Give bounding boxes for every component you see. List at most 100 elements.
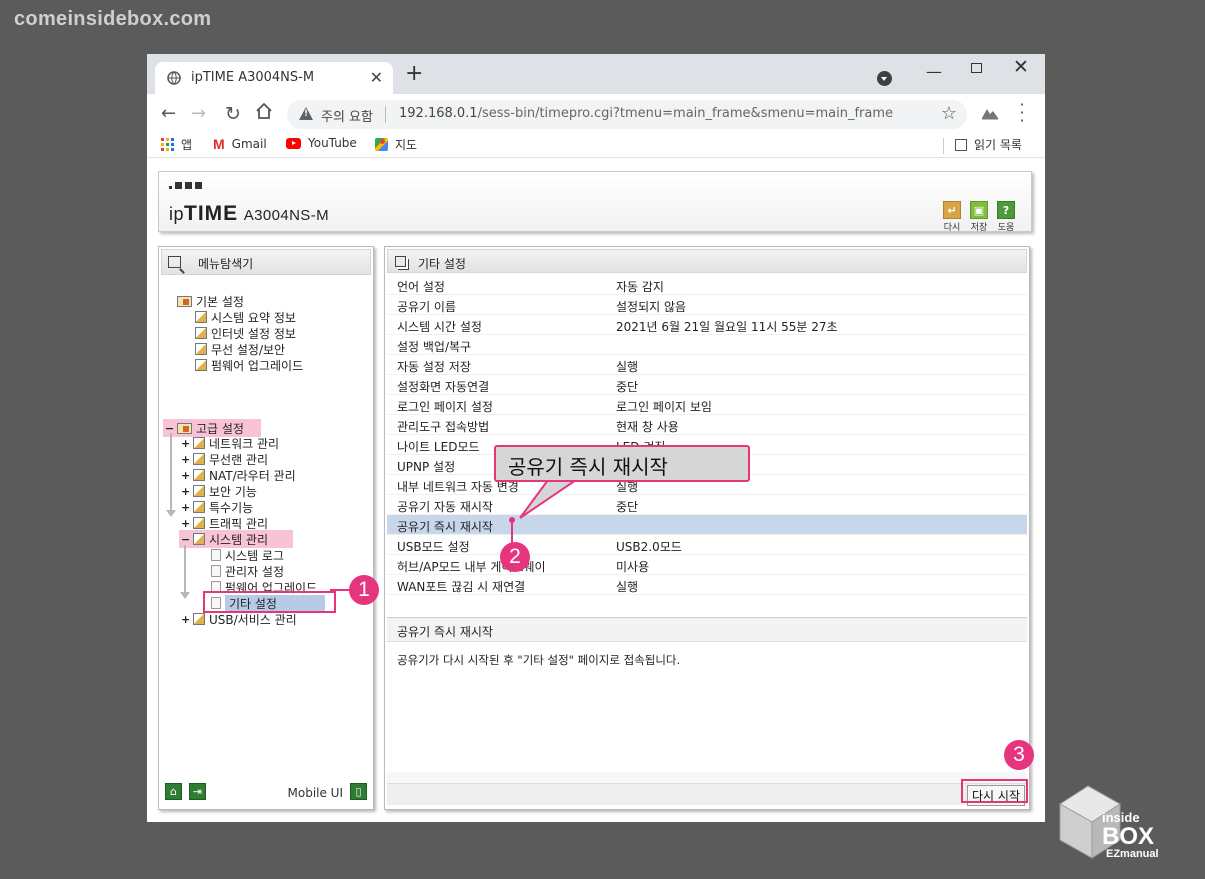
settings-list: 언어 설정 자동 감지 공유기 이름 설정되지 않음 시스템 시간 설정 2021년 6월… <box>387 275 1027 595</box>
logout-icon[interactable]: ⇥ <box>189 783 206 800</box>
setting-key[interactable]: 로그인 페이지 설정 <box>397 398 493 415</box>
tree-item-system-log[interactable]: 시스템 로그 <box>211 547 284 563</box>
mobile-icon[interactable]: ▯ <box>350 783 367 800</box>
tab-search-icon[interactable] <box>877 71 892 86</box>
browser-window: ipTIME A3004NS-M ✕ + — ✕ ← → ↻ 주의 요함 192… <box>147 54 1045 822</box>
folder-icon <box>177 295 192 307</box>
tree-item-admin-settings[interactable]: 관리자 설정 <box>211 563 284 579</box>
home-icon[interactable]: ⌂ <box>165 783 182 800</box>
pages-icon <box>395 256 406 267</box>
maximize-icon[interactable] <box>971 63 982 73</box>
setting-row[interactable]: 설정화면 자동연결 중단 <box>387 375 1027 395</box>
bookmark-youtube[interactable]: YouTube <box>286 136 357 150</box>
forward-icon[interactable]: → <box>191 103 206 124</box>
setting-value: 실행 <box>616 580 639 594</box>
setting-key[interactable]: 자동 설정 저장 <box>397 358 471 375</box>
expand-icon: + <box>181 484 191 498</box>
description-title: 공유기 즉시 재시작 <box>387 618 1027 642</box>
bookmark-star-icon[interactable]: ☆ <box>941 103 957 124</box>
setting-key[interactable]: USB모드 설정 <box>397 538 470 555</box>
setting-key[interactable]: 관리도구 접속방법 <box>397 418 489 435</box>
setting-key[interactable]: WAN포트 끊김 시 재연결 <box>397 578 525 595</box>
minimize-icon[interactable]: — <box>926 62 942 81</box>
tree-item-nat-router[interactable]: + NAT/라우터 관리 <box>181 467 296 483</box>
bookmark-gmail[interactable]: M Gmail <box>213 136 267 152</box>
help-label: 도움 <box>997 223 1015 233</box>
tree-item-firmware-basic[interactable]: 펌웨어 업그레이드 <box>195 357 303 373</box>
router-header: ipTIME A3004NS-M ↵ 다시 ▣ 저장 ? 도움 <box>158 171 1032 233</box>
tree-item-security[interactable]: + 보안 기능 <box>181 483 257 499</box>
tree-item-system-summary[interactable]: 시스템 요약 정보 <box>195 309 296 325</box>
bookmark-maps[interactable]: 지도 <box>375 136 417 153</box>
expand-icon: + <box>181 452 191 466</box>
home-icon[interactable] <box>255 102 273 120</box>
reading-list-button[interactable]: 읽기 목록 <box>955 136 1022 153</box>
window-close-icon[interactable]: ✕ <box>1013 56 1029 78</box>
bookmark-apps[interactable]: 앱 <box>161 136 192 153</box>
tree-item-special[interactable]: + 특수기능 <box>181 499 253 515</box>
step-3-badge: 3 <box>1004 740 1034 770</box>
tree-basic-settings[interactable]: 기본 설정 <box>177 293 244 309</box>
more-menu-icon[interactable]: · · · <box>1019 97 1025 129</box>
setting-key[interactable]: 공유기 자동 재시작 <box>397 498 493 515</box>
description-section: 공유기 즉시 재시작 공유기가 다시 시작된 후 "기타 설정" 페이지로 접속… <box>387 617 1027 783</box>
mobile-ui-link[interactable]: Mobile UI <box>288 786 344 800</box>
setting-row[interactable]: 공유기 자동 재시작 중단 <box>387 495 1027 515</box>
help-button[interactable]: ? 도움 <box>995 201 1017 233</box>
tree-item-wireless-security[interactable]: 무선 설정/보안 <box>195 341 285 357</box>
reload-icon[interactable]: ↻ <box>225 103 241 125</box>
setting-row[interactable]: 로그인 페이지 설정 로그인 페이지 보임 <box>387 395 1027 415</box>
youtube-icon <box>286 137 301 149</box>
setting-value: 현재 창 사용 <box>616 420 679 434</box>
setting-key[interactable]: 시스템 시간 설정 <box>397 318 482 335</box>
setting-row[interactable]: 공유기 이름 설정되지 않음 <box>387 295 1027 315</box>
globe-icon <box>167 71 181 85</box>
setting-row[interactable]: WAN포트 끊김 시 재연결 실행 <box>387 575 1027 595</box>
setting-key[interactable]: 설정화면 자동연결 <box>397 378 489 395</box>
save-icon: ▣ <box>970 201 988 219</box>
tree-label: 관리자 설정 <box>225 564 285 579</box>
save-button[interactable]: ▣ 저장 <box>968 201 990 233</box>
tree-label: 트래픽 관리 <box>209 516 269 531</box>
insidebox-logo: inside BOX EZmanual <box>1059 785 1159 860</box>
tree-item-usb-service[interactable]: + USB/서비스 관리 <box>181 611 297 627</box>
setting-row[interactable]: 자동 설정 저장 실행 <box>387 355 1027 375</box>
setting-value: 미사용 <box>616 560 650 574</box>
firmware-icon <box>195 359 207 371</box>
browser-tab[interactable]: ipTIME A3004NS-M ✕ <box>155 62 393 94</box>
setting-row[interactable]: 언어 설정 자동 감지 <box>387 275 1027 295</box>
tree-item-system-management[interactable]: − 시스템 관리 <box>179 530 293 548</box>
setting-value: 중단 <box>616 500 639 514</box>
page-icon <box>211 549 221 561</box>
extension-icon[interactable] <box>981 106 999 120</box>
setting-key[interactable]: 설정 백업/복구 <box>397 338 471 355</box>
close-tab-icon[interactable]: ✕ <box>370 68 383 87</box>
new-tab-button[interactable]: + <box>405 63 423 85</box>
back-icon[interactable]: ← <box>161 103 176 124</box>
warning-icon[interactable] <box>299 107 313 120</box>
tree-item-traffic[interactable]: + 트래픽 관리 <box>181 515 268 531</box>
setting-key[interactable]: 언어 설정 <box>397 278 445 295</box>
tree-item-network[interactable]: + 네트워크 관리 <box>181 435 279 451</box>
tree-label: 네트워크 관리 <box>209 436 280 451</box>
setting-row[interactable]: USB모드 설정 USB2.0모드 <box>387 535 1027 555</box>
url-text[interactable]: 192.168.0.1/sess-bin/timepro.cgi?tmenu=m… <box>399 106 893 121</box>
address-bar[interactable]: 주의 요함 192.168.0.1/sess-bin/timepro.cgi?t… <box>287 100 967 129</box>
tree-item-wireless-lan[interactable]: + 무선랜 관리 <box>181 451 268 467</box>
step-connector <box>330 589 350 591</box>
bookmarks-bar: 앱 M Gmail YouTube 지도 읽기 목록 <box>147 134 1045 158</box>
refresh-button[interactable]: ↵ 다시 <box>941 201 963 233</box>
setting-key[interactable]: 공유기 즉시 재시작 <box>397 518 493 535</box>
settings-panel-footer: 다시 시작 <box>387 783 1027 806</box>
setting-row[interactable]: 시스템 시간 설정 2021년 6월 21일 월요일 11시 55분 27초 <box>387 315 1027 335</box>
setting-row[interactable]: 공유기 즉시 재시작 <box>387 515 1027 535</box>
tree-item-internet-info[interactable]: 인터넷 설정 정보 <box>195 325 296 341</box>
setting-row[interactable]: 허브/AP모드 내부 게이트웨이 미사용 <box>387 555 1027 575</box>
setting-row[interactable]: 설정 백업/복구 <box>387 335 1027 355</box>
security-label[interactable]: 주의 요함 <box>321 106 373 125</box>
setting-key[interactable]: 공유기 이름 <box>397 298 456 315</box>
url-path: /sess-bin/timepro.cgi?tmenu=main_frame&s… <box>477 106 894 121</box>
setting-key[interactable]: 나이트 LED모드 <box>397 438 480 455</box>
setting-row[interactable]: 관리도구 접속방법 현재 창 사용 <box>387 415 1027 435</box>
setting-key[interactable]: UPNP 설정 <box>397 458 455 475</box>
